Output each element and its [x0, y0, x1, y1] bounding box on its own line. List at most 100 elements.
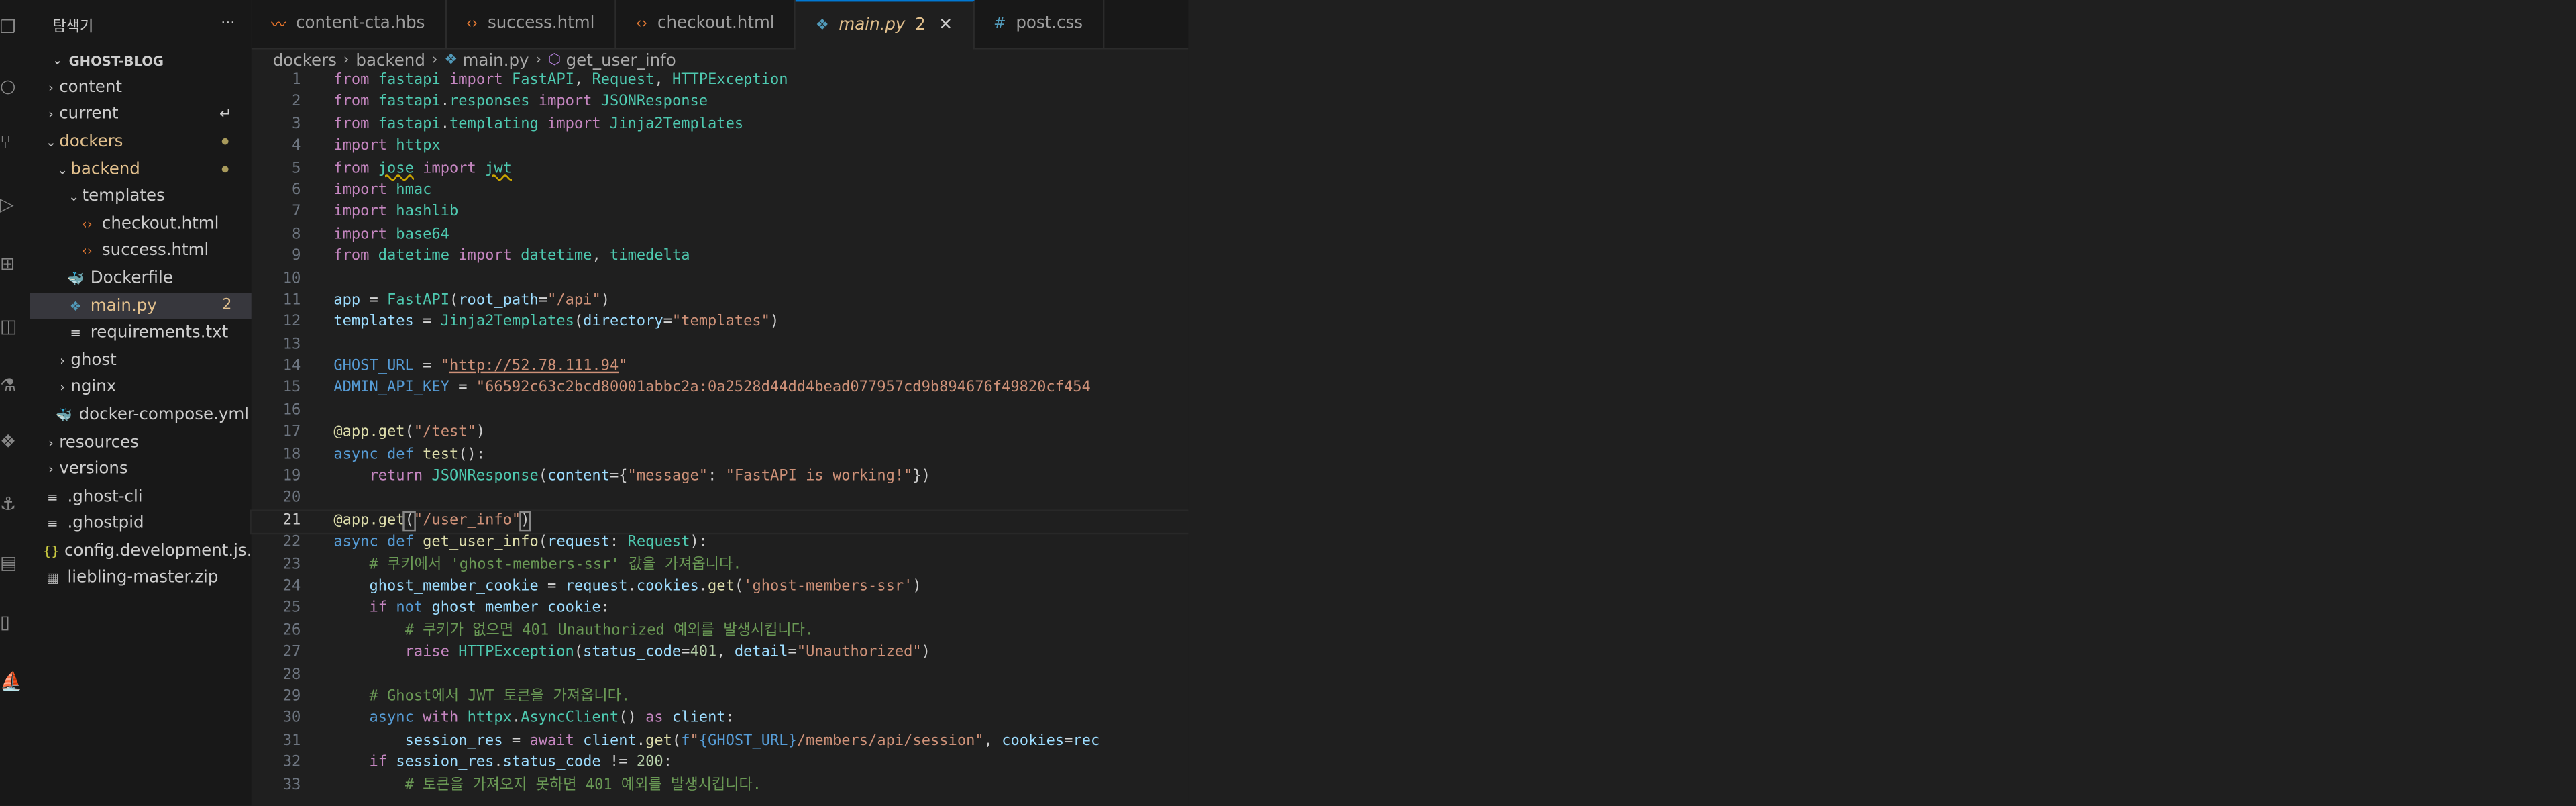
- tree-item[interactable]: ⌄ dockers: [30, 129, 252, 156]
- code-line: 17 @app.get("/test"): [252, 423, 1189, 445]
- workspace-root[interactable]: ⌄ GHOST-BLOG: [30, 50, 252, 72]
- tab-label: checkout.html: [657, 15, 775, 33]
- tree-item-label: Dockerfile: [90, 269, 173, 288]
- tree-item-label: checkout.html: [101, 215, 219, 234]
- tree-item[interactable]: ⌄ templates: [30, 183, 252, 211]
- ellipsis-icon[interactable]: ···: [221, 17, 235, 34]
- html-icon: ‹›: [635, 15, 648, 32]
- code-line: 1 from fastapi import FastAPI, Request, H…: [252, 70, 1189, 93]
- line-number: 25: [282, 601, 301, 617]
- breadcrumb-item[interactable]: main.py: [462, 52, 529, 70]
- tree-item[interactable]: ❖ main.py 2: [30, 292, 252, 320]
- tree-item[interactable]: › current ↵: [30, 101, 252, 129]
- line-number: 26: [282, 622, 301, 640]
- activity-bar: ❐ ○ ⑂ ▷ ⊞ ◫ ⚗ ❖ ⚓ ▤ ▯ ⛵: [0, 0, 32, 806]
- editor-group: 〰 content-cta.hbs ‹› success.html ‹› checkout…: [250, 0, 1190, 806]
- close-icon[interactable]: ✕: [938, 17, 953, 35]
- function-symbol-icon: ⬡: [547, 52, 561, 69]
- html-file-icon: ‹›: [82, 244, 93, 259]
- tree-item[interactable]: › versions: [30, 456, 252, 483]
- testing-icon[interactable]: ⚗: [0, 375, 30, 397]
- breadcrumb-item[interactable]: backend: [356, 52, 425, 70]
- remote-icon[interactable]: ◫: [0, 315, 30, 337]
- tree-item[interactable]: ⌄ backend: [30, 156, 252, 183]
- code-line: 15 ADMIN_API_KEY = "66592c63c2bcd80001abb…: [252, 379, 1189, 401]
- chevron-right-icon: ›: [48, 107, 54, 123]
- tree-item[interactable]: ‹› checkout.html: [30, 211, 252, 238]
- tab-main-py[interactable]: ❖ main.py 2 ✕: [796, 0, 974, 50]
- accounts-icon[interactable]: ⛵: [0, 671, 30, 693]
- explorer-icon[interactable]: ❐: [0, 17, 30, 38]
- tab-content-cta-hbs[interactable]: 〰 content-cta.hbs: [252, 0, 447, 48]
- code-line: 3 from fastapi.templating import Jinja2Te…: [252, 115, 1189, 137]
- tree-item-label: ghost: [70, 351, 117, 370]
- tree-item[interactable]: › nginx: [30, 374, 252, 401]
- tree-item[interactable]: › resources: [30, 429, 252, 456]
- extensions-icon[interactable]: ⊞: [0, 253, 30, 274]
- database-icon[interactable]: ▤: [0, 552, 30, 574]
- line-number: 7: [292, 204, 301, 221]
- source-control-icon[interactable]: ⑂: [0, 132, 30, 153]
- code-editor[interactable]: 1 from fastapi import FastAPI, Request, H…: [250, 70, 1190, 797]
- code-line: 5 from jose import jwt: [252, 159, 1189, 181]
- code-line: 22 async def get_user_info(request: Reque…: [252, 533, 1189, 555]
- code-line: 18 async def test():: [252, 445, 1189, 467]
- tree-item[interactable]: › content: [30, 74, 252, 101]
- docker-icon[interactable]: ⚓: [0, 493, 30, 515]
- tree-item[interactable]: ≡ requirements.txt: [30, 319, 252, 347]
- breadcrumb-item[interactable]: dockers: [273, 52, 337, 70]
- line-number: 17: [282, 424, 301, 442]
- tree-item-badge: ↵: [219, 106, 232, 123]
- line-number: 1: [292, 72, 301, 89]
- line-number: 22: [282, 534, 301, 552]
- tree-item-label: liebling-master.zip: [67, 569, 219, 588]
- tree-item[interactable]: ‹› success.html: [30, 238, 252, 265]
- line-number: 8: [292, 226, 301, 243]
- tab-label: success.html: [487, 15, 595, 33]
- html-icon: ‹›: [466, 15, 478, 32]
- line-number: 4: [292, 138, 301, 155]
- chevron-right-icon: ›: [535, 52, 542, 69]
- line-number: 24: [282, 578, 301, 595]
- tree-item[interactable]: 🐳 docker-compose.yml: [30, 401, 252, 429]
- explorer-title: 탐색기: [52, 19, 94, 36]
- tree-item[interactable]: 🐳 Dockerfile: [30, 265, 252, 293]
- tree-item-label: resources: [59, 433, 139, 452]
- line-number: 3: [292, 116, 301, 133]
- line-number: 27: [282, 644, 301, 662]
- explorer-header: 탐색기 ···: [30, 0, 252, 50]
- code-line: 9 from datetime import datetime, timedelt…: [252, 247, 1189, 269]
- tree-item-label: docker-compose.yml: [78, 405, 250, 424]
- python-icon[interactable]: ❖: [0, 431, 30, 452]
- line-number: 28: [282, 666, 301, 684]
- text-file-icon: ≡: [47, 517, 58, 532]
- tree-item[interactable]: ▦ liebling-master.zip: [30, 565, 252, 593]
- line-number: 11: [282, 292, 301, 309]
- tree-item[interactable]: {} config.development.js...: [30, 538, 262, 565]
- line-number: 19: [282, 468, 301, 485]
- breadcrumb-item[interactable]: get_user_info: [566, 52, 676, 70]
- tree-item-label: versions: [59, 460, 128, 479]
- tab-checkout-html[interactable]: ‹› checkout.html: [616, 0, 796, 48]
- tree-item[interactable]: ≡ .ghostpid: [30, 511, 252, 538]
- breadcrumb: dockers › backend › ❖ main.py › ⬡ get_us…: [252, 50, 1189, 72]
- handlebars-icon: 〰: [271, 17, 286, 35]
- tab-label: main.py: [839, 16, 906, 35]
- run-debug-icon[interactable]: ▷: [0, 194, 30, 215]
- tab-problem-badge: 2: [915, 16, 926, 35]
- line-number: 31: [282, 733, 301, 750]
- line-number: 2: [292, 94, 301, 111]
- code-line: 14 GHOST_URL = "http://52.78.111.94": [252, 357, 1189, 379]
- tree-item-label: requirements.txt: [90, 323, 229, 342]
- tab-post-css[interactable]: # post.css: [974, 0, 1104, 48]
- tab-success-html[interactable]: ‹› success.html: [446, 0, 616, 48]
- search-icon[interactable]: ○: [0, 76, 30, 97]
- docker-file-icon: 🐳: [56, 407, 72, 423]
- chevron-right-icon: ›: [431, 52, 438, 69]
- notebook-icon[interactable]: ▯: [0, 611, 30, 633]
- tree-item[interactable]: › ghost: [30, 347, 252, 374]
- tree-item[interactable]: ≡ .ghost-cli: [30, 483, 252, 511]
- line-number: 14: [282, 358, 301, 375]
- tree-item-label: templates: [82, 187, 165, 206]
- tree-item-label: content: [59, 79, 123, 97]
